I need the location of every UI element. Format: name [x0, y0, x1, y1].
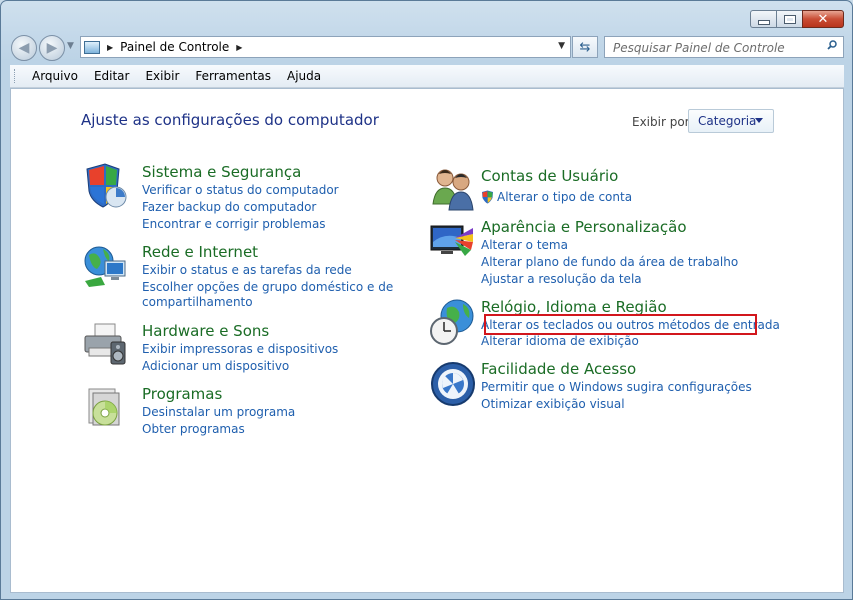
programs-disc-icon[interactable]: [81, 383, 129, 431]
category-title[interactable]: Programas: [142, 385, 222, 403]
category-title[interactable]: Contas de Usuário: [481, 167, 618, 185]
menu-bar: Arquivo Editar Exibir Ferramentas Ajuda: [10, 65, 844, 88]
category-title[interactable]: Aparência e Personalização: [481, 218, 687, 236]
minimize-icon: [757, 19, 770, 25]
view-by-value: Categoria: [698, 114, 757, 128]
category-title[interactable]: Rede e Internet: [142, 243, 258, 261]
breadcrumb-control-panel[interactable]: Painel de Controle: [120, 40, 229, 54]
menu-ajuda[interactable]: Ajuda: [279, 69, 329, 83]
link-display-language[interactable]: Alterar idioma de exibição: [481, 334, 639, 348]
category-title[interactable]: Hardware e Sons: [142, 322, 269, 340]
maximize-button[interactable]: [776, 10, 802, 28]
users-icon[interactable]: [429, 164, 477, 212]
view-by-select[interactable]: Categoria: [688, 109, 774, 133]
refresh-button[interactable]: ⇆: [572, 36, 598, 58]
control-panel-icon: [84, 40, 100, 54]
search-icon[interactable]: [827, 40, 837, 50]
arrow-left-icon: ◀: [18, 40, 30, 56]
link-get-programs[interactable]: Obter programas: [142, 422, 245, 436]
arrow-right-icon: ▶: [46, 40, 58, 56]
menu-grip: [14, 69, 18, 83]
close-icon: ✕: [817, 11, 829, 27]
highlight-box: [484, 314, 757, 335]
link-homegroup-cont[interactable]: compartilhamento: [142, 295, 253, 309]
link-optimize-visual[interactable]: Otimizar exibição visual: [481, 397, 625, 411]
refresh-icon: ⇆: [579, 39, 591, 55]
link-change-account-type[interactable]: Alterar o tipo de conta: [497, 190, 632, 204]
network-globe-icon[interactable]: [81, 241, 129, 289]
back-button[interactable]: ◀: [11, 35, 37, 61]
category-title[interactable]: Facilidade de Acesso: [481, 360, 636, 378]
link-change-theme[interactable]: Alterar o tema: [481, 238, 568, 252]
link-screen-resolution[interactable]: Ajustar a resolução da tela: [481, 272, 642, 286]
recent-pages-dropdown[interactable]: ▼: [67, 41, 74, 51]
link-windows-suggest[interactable]: Permitir que o Windows sugira configuraç…: [481, 380, 752, 394]
menu-arquivo[interactable]: Arquivo: [24, 69, 86, 83]
menu-editar[interactable]: Editar: [86, 69, 138, 83]
address-dropdown-icon[interactable]: ▼: [558, 41, 565, 51]
appearance-icon[interactable]: [429, 218, 477, 266]
link-backup[interactable]: Fazer backup do computador: [142, 200, 316, 214]
window-controls: ✕: [750, 10, 844, 28]
address-bar[interactable]: ▶ Painel de Controle ▶ ▼: [80, 36, 571, 58]
ease-of-access-icon[interactable]: [429, 360, 477, 408]
minimize-button[interactable]: [750, 10, 776, 28]
search-input[interactable]: [611, 38, 820, 58]
link-check-status[interactable]: Verificar o status do computador: [142, 183, 339, 197]
menu-ferramentas[interactable]: Ferramentas: [187, 69, 279, 83]
chevron-down-icon: [755, 118, 763, 123]
link-desktop-background[interactable]: Alterar plano de fundo da área de trabal…: [481, 255, 738, 269]
clock-globe-icon[interactable]: [429, 298, 477, 346]
forward-button[interactable]: ▶: [39, 35, 65, 61]
search-box[interactable]: [604, 36, 844, 58]
page-title: Ajuste as configurações do computador: [81, 111, 379, 129]
printer-icon[interactable]: [81, 320, 129, 368]
view-by-label: Exibir por:: [632, 115, 694, 129]
shield-icon[interactable]: [81, 161, 129, 209]
menu-exibir[interactable]: Exibir: [137, 69, 187, 83]
link-add-device[interactable]: Adicionar um dispositivo: [142, 359, 289, 373]
breadcrumb-chevron-icon[interactable]: ▶: [236, 43, 242, 52]
uac-shield-icon: [482, 190, 493, 204]
control-panel-window: ✕ ◀ ▶ ▼ ▶ Painel de Controle ▶ ▼ ⇆ Arqui…: [0, 0, 853, 600]
link-uninstall-program[interactable]: Desinstalar um programa: [142, 405, 295, 419]
link-network-status[interactable]: Exibir o status e as tarefas da rede: [142, 263, 352, 277]
link-troubleshoot[interactable]: Encontrar e corrigir problemas: [142, 217, 326, 231]
close-button[interactable]: ✕: [802, 10, 844, 28]
link-devices-printers[interactable]: Exibir impressoras e dispositivos: [142, 342, 338, 356]
link-homegroup[interactable]: Escolher opções de grupo doméstico e de: [142, 280, 393, 294]
content-area: Ajuste as configurações do computador Ex…: [10, 88, 844, 593]
breadcrumb-chevron-icon[interactable]: ▶: [107, 43, 113, 52]
maximize-icon: [783, 14, 796, 24]
category-title[interactable]: Sistema e Segurança: [142, 163, 301, 181]
